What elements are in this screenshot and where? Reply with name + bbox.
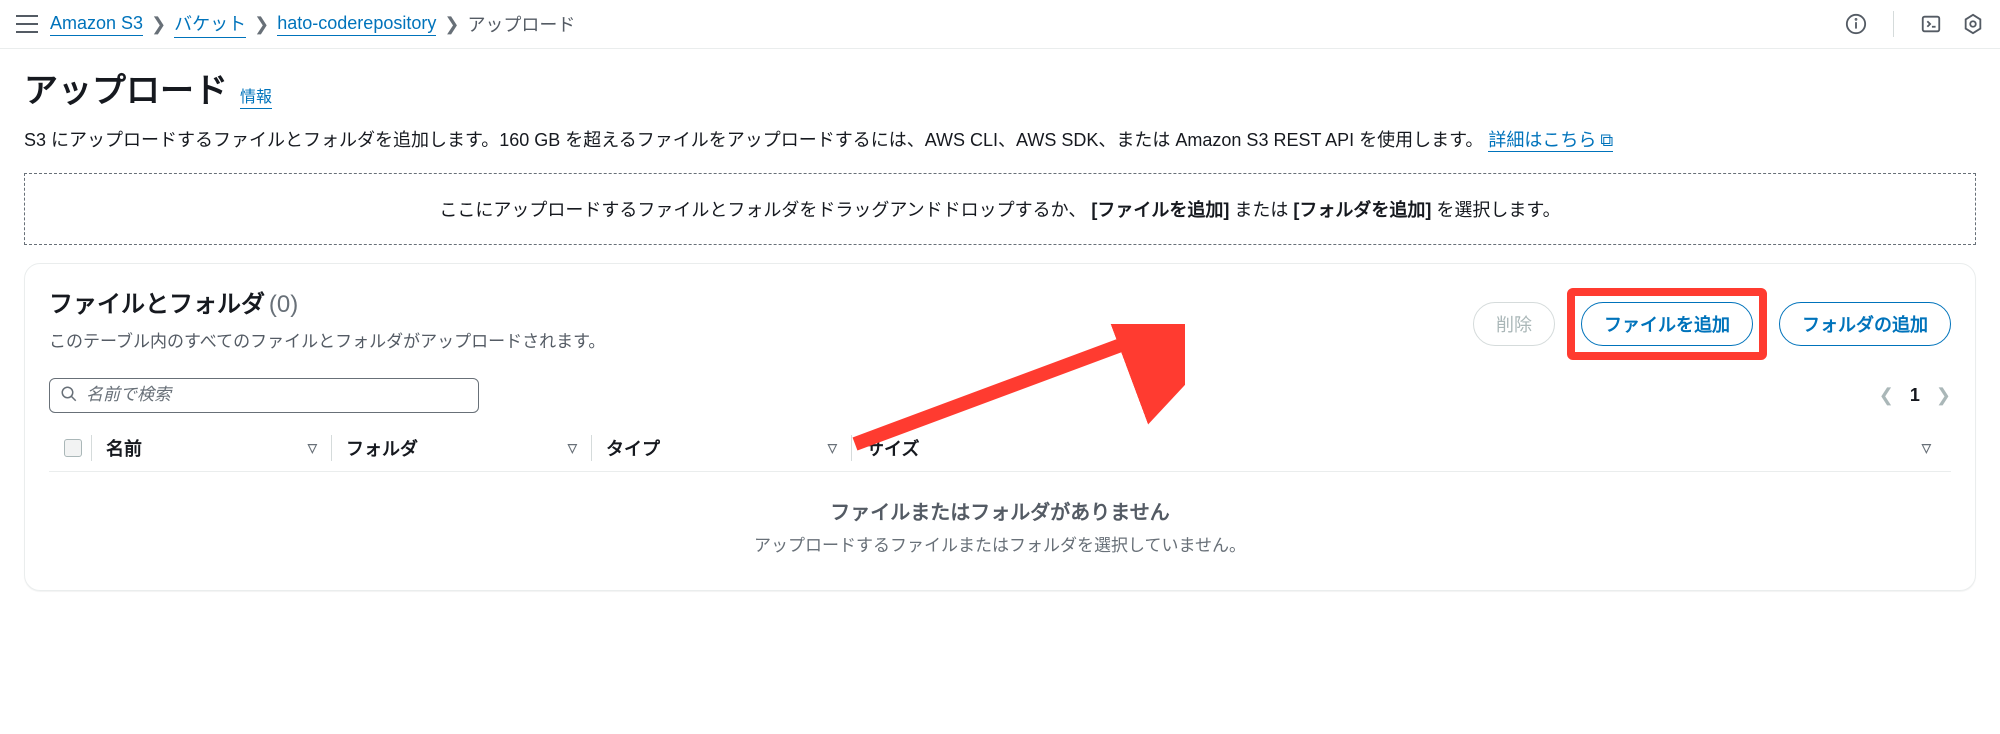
- dropzone-add-file-bold: [ファイルを追加]: [1091, 200, 1229, 220]
- learn-more-link[interactable]: 詳細はこちら⧉: [1488, 130, 1613, 152]
- breadcrumb-buckets[interactable]: バケット: [174, 10, 246, 38]
- cloudshell-icon[interactable]: [1920, 13, 1942, 35]
- search-icon: [60, 385, 78, 406]
- info-link[interactable]: 情報: [240, 83, 272, 109]
- empty-state: ファイルまたはフォルダがありません アップロードするファイルまたはフォルダを選択…: [49, 472, 1951, 562]
- empty-subtitle: アップロードするファイルまたはフォルダを選択していません。: [49, 531, 1951, 556]
- menu-icon[interactable]: [16, 15, 38, 33]
- sort-icon: ▽: [828, 441, 837, 455]
- panel-count: (0): [269, 291, 298, 318]
- chevron-right-icon: ❯: [151, 14, 166, 35]
- drop-zone[interactable]: ここにアップロードするファイルとフォルダをドラッグアンドドロップするか、 [ファ…: [24, 173, 1976, 245]
- next-page-button[interactable]: ❯: [1936, 385, 1951, 406]
- breadcrumb-bucket-name[interactable]: hato-coderepository: [277, 13, 436, 36]
- sort-icon: ▽: [1922, 441, 1931, 455]
- column-header-size[interactable]: サイズ ▽: [851, 435, 1945, 461]
- search-input-wrapper[interactable]: [49, 378, 479, 413]
- column-folder-label: フォルダ: [346, 435, 418, 461]
- settings-hex-icon[interactable]: [1962, 13, 1984, 35]
- search-input[interactable]: [86, 385, 468, 405]
- column-type-label: タイプ: [606, 435, 660, 461]
- add-file-button[interactable]: ファイルを追加: [1581, 302, 1753, 346]
- column-header-name[interactable]: 名前 ▽: [91, 435, 331, 461]
- dropzone-suffix: を選択します。: [1436, 200, 1560, 220]
- info-circle-icon[interactable]: [1845, 13, 1867, 35]
- files-folders-panel: ファイルとフォルダ (0) このテーブル内のすべてのファイルとフォルダがアップロ…: [24, 263, 1976, 591]
- sort-icon: ▽: [568, 441, 577, 455]
- dropzone-text: ここにアップロードするファイルとフォルダをドラッグアンドドロップするか、: [439, 200, 1086, 220]
- pagination: ❮ 1 ❯: [1879, 385, 1951, 406]
- annotation-highlight: ファイルを追加: [1567, 288, 1767, 360]
- column-name-label: 名前: [106, 435, 142, 461]
- files-table: 名前 ▽ フォルダ ▽ タイプ ▽ サイズ ▽ ファイルまたはフォルダがありませ…: [49, 425, 1951, 562]
- description-text: S3 にアップロードするファイルとフォルダを追加します。160 GB を超えるフ…: [24, 130, 1483, 150]
- breadcrumb-current: アップロード: [467, 11, 575, 37]
- select-all-checkbox[interactable]: [64, 439, 82, 457]
- divider: [1893, 11, 1894, 37]
- panel-title: ファイルとフォルダ: [49, 291, 265, 318]
- external-link-icon: ⧉: [1600, 130, 1613, 150]
- table-header: 名前 ▽ フォルダ ▽ タイプ ▽ サイズ ▽: [49, 425, 1951, 472]
- empty-title: ファイルまたはフォルダがありません: [49, 496, 1951, 525]
- dropzone-mid: または: [1234, 200, 1293, 220]
- column-header-folder[interactable]: フォルダ ▽: [331, 435, 591, 461]
- dropzone-add-folder-bold: [フォルダを追加]: [1293, 200, 1431, 220]
- prev-page-button[interactable]: ❮: [1879, 385, 1894, 406]
- breadcrumb: Amazon S3 ❯ バケット ❯ hato-coderepository ❯…: [50, 10, 575, 38]
- column-size-label: サイズ: [866, 435, 919, 461]
- page-number: 1: [1910, 385, 1920, 406]
- page-title: アップロード: [24, 63, 228, 112]
- sort-icon: ▽: [308, 441, 317, 455]
- delete-button: 削除: [1473, 302, 1555, 346]
- page-description: S3 にアップロードするファイルとフォルダを追加します。160 GB を超えるフ…: [24, 126, 1976, 155]
- panel-subtitle: このテーブル内のすべてのファイルとフォルダがアップロードされます。: [49, 327, 605, 352]
- breadcrumb-service[interactable]: Amazon S3: [50, 13, 143, 36]
- chevron-right-icon: ❯: [444, 14, 459, 35]
- column-header-type[interactable]: タイプ ▽: [591, 435, 851, 461]
- chevron-right-icon: ❯: [254, 14, 269, 35]
- add-folder-button[interactable]: フォルダの追加: [1779, 302, 1951, 346]
